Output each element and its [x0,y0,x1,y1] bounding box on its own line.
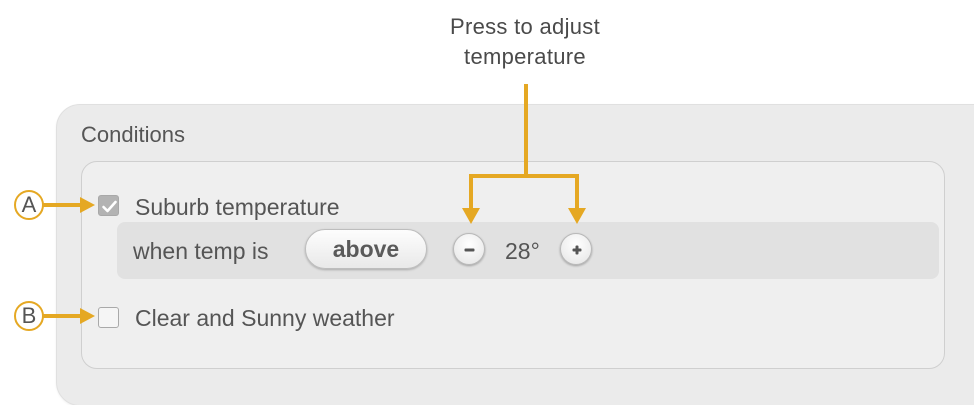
screen: Press to adjust temperature Conditions S… [0,0,974,405]
suburb-temperature-label[interactable]: Suburb temperature [135,194,340,221]
plus-icon [572,245,582,255]
callout-line-1: Press to adjust [449,14,600,39]
callout-annotation: Press to adjust temperature [380,12,670,72]
minus-icon [464,248,475,252]
check-icon [102,200,117,213]
marker-a: A [14,190,44,220]
suburb-temperature-checkbox[interactable] [98,195,119,216]
callout-line-2: temperature [464,44,586,69]
temperature-value: 28° [505,238,540,264]
marker-b: B [14,301,44,331]
when-temp-label: when temp is [133,238,269,264]
comparison-mode-button[interactable]: above [305,229,427,269]
increase-temperature-button[interactable] [560,233,592,265]
conditions-title: Conditions [81,122,185,147]
clear-sunny-checkbox[interactable] [98,307,119,328]
clear-sunny-label[interactable]: Clear and Sunny weather [135,305,395,332]
decrease-temperature-button[interactable] [453,233,485,265]
